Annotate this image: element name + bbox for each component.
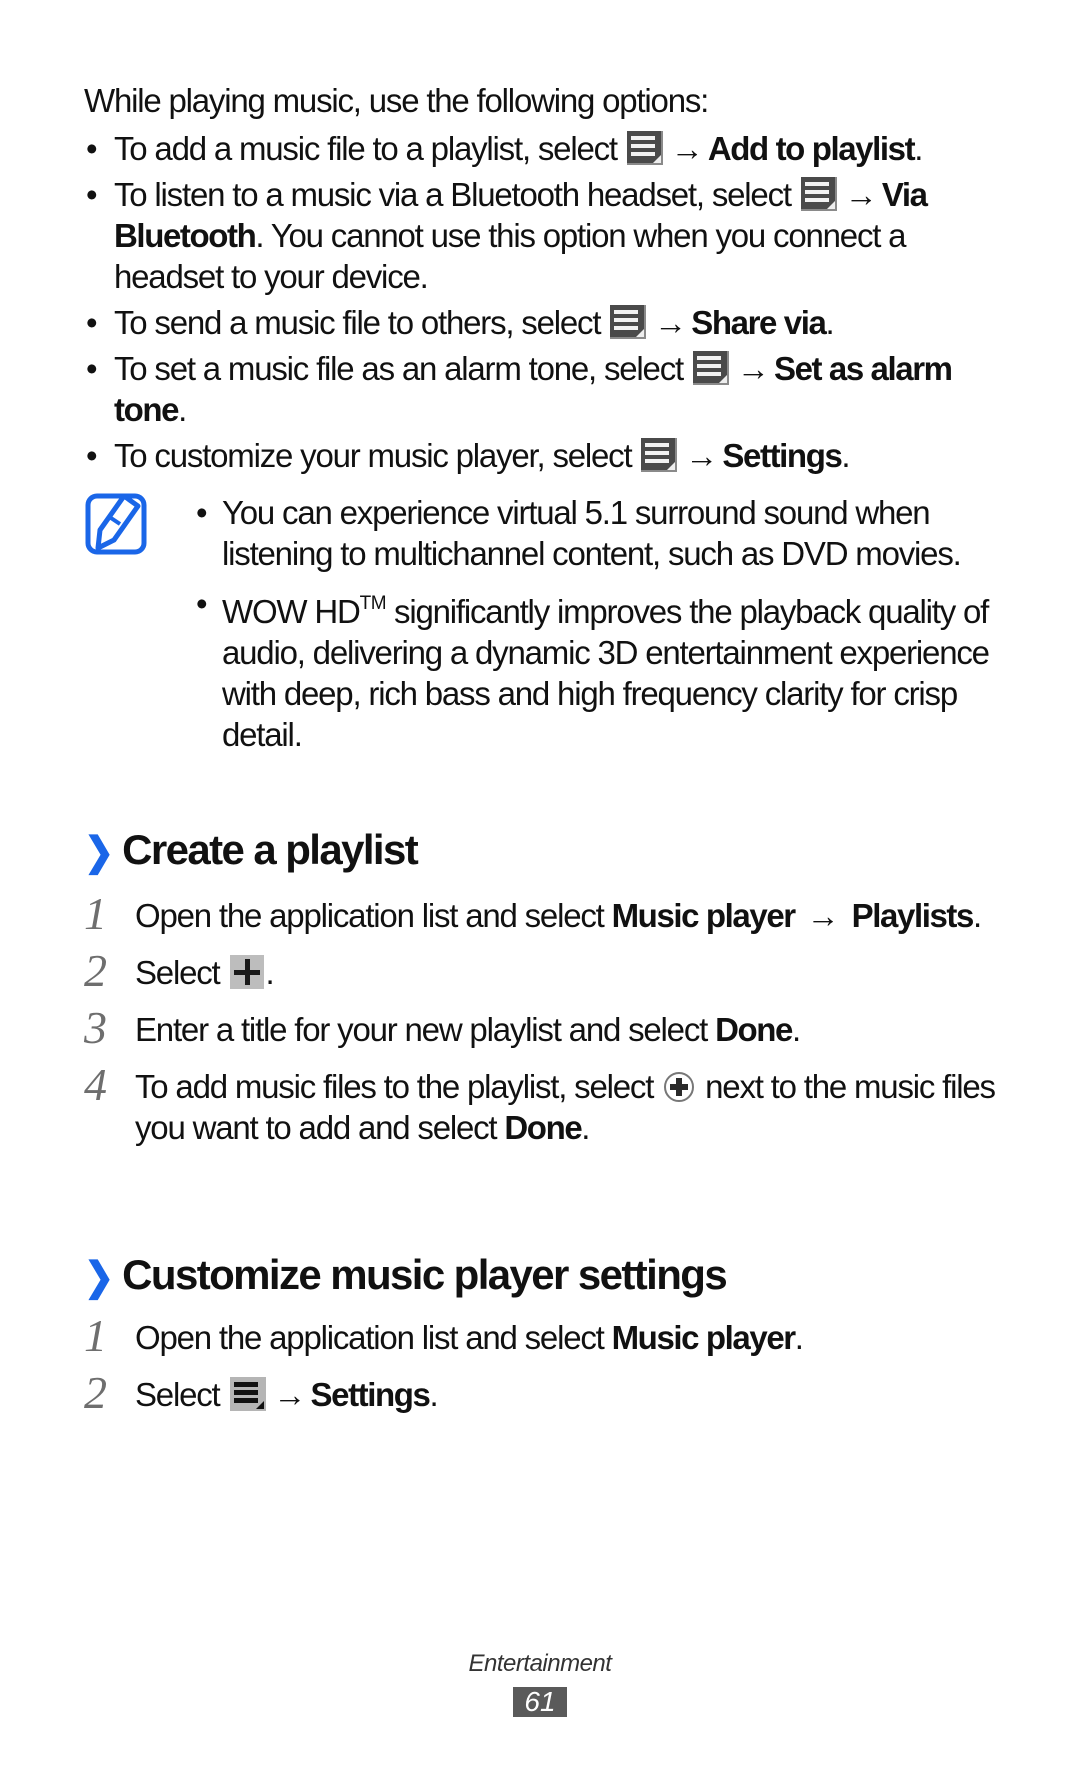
step: 3 Enter a title for your new playlist an…	[84, 1002, 801, 1053]
bullet: •	[86, 304, 98, 341]
bullet: •	[196, 494, 208, 531]
option-add-to-playlist: • To add a music file to a playlist, sel…	[86, 130, 923, 167]
step: 2 Select → Settings.	[84, 1367, 439, 1418]
step-number: 1	[84, 888, 107, 939]
step: 1 Open the application list and select M…	[84, 1310, 804, 1361]
options-list: • To add a music file to a playlist, sel…	[84, 128, 1014, 481]
menu-icon	[626, 131, 663, 165]
menu-icon	[641, 438, 678, 472]
option-via-bluetooth: • To listen to a music via a Bluetooth h…	[86, 176, 928, 295]
create-playlist-steps: 1 Open the application list and select M…	[84, 888, 1014, 1164]
step-number: 3	[84, 1002, 107, 1053]
manual-page: While playing music, use the following o…	[0, 0, 1080, 1771]
step: 2 Select .	[84, 945, 275, 996]
step: 1 Open the application list and select M…	[84, 888, 982, 939]
bullet: •	[86, 437, 98, 474]
bullet: •	[86, 130, 98, 167]
page-number: 61	[513, 1687, 567, 1717]
chevron-right-icon: ❯	[84, 1253, 115, 1299]
section-title-create-playlist: ❯ Create a playlist	[84, 825, 419, 877]
customize-settings-steps: 1 Open the application list and select M…	[84, 1310, 1014, 1431]
bullet: •	[196, 585, 208, 622]
add-circle-icon	[664, 1072, 695, 1102]
step-number: 1	[84, 1310, 107, 1361]
add-icon	[229, 955, 264, 989]
menu-icon	[610, 305, 647, 339]
trademark: TM	[359, 593, 387, 614]
bullet: •	[86, 350, 98, 387]
section-title-customize-settings: ❯ Customize music player settings	[84, 1250, 728, 1302]
option-set-alarm-tone: • To set a music file as an alarm tone, …	[86, 350, 953, 428]
chevron-right-icon: ❯	[84, 828, 115, 874]
option-settings: • To customize your music player, select…	[86, 437, 851, 474]
option-share-via: • To send a music file to others, select…	[86, 304, 835, 341]
menu-icon	[692, 351, 729, 385]
chapter-label: Entertainment	[468, 1650, 612, 1677]
step-number: 2	[84, 945, 107, 996]
step-number: 4	[84, 1059, 107, 1110]
note-item-surround: • You can experience virtual 5.1 surroun…	[196, 494, 962, 572]
note-list: • You can experience virtual 5.1 surroun…	[196, 492, 1036, 764]
note-item-wow-hd: • WOW HDTM significantly improves the pl…	[196, 585, 990, 753]
menu-icon	[800, 177, 837, 211]
intro-text: While playing music, use the following o…	[84, 82, 709, 119]
step-number: 2	[84, 1367, 107, 1418]
menu-icon	[229, 1377, 266, 1411]
step: 4 To add music files to the playlist, se…	[84, 1059, 996, 1147]
bullet: •	[86, 176, 98, 213]
note-pencil-icon	[85, 493, 147, 555]
